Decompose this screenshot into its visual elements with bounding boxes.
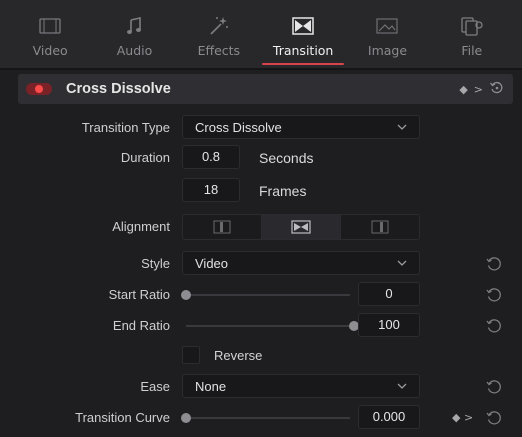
start-ratio-label: Start Ratio xyxy=(108,287,170,302)
dropdown-value: None xyxy=(195,378,227,394)
transition-icon xyxy=(292,10,314,42)
tab-label: Transition xyxy=(272,43,334,58)
dropdown-value: Video xyxy=(195,255,229,271)
file-icon xyxy=(460,10,484,42)
ease-dropdown[interactable]: None xyxy=(182,374,420,398)
section-title: Cross Dissolve xyxy=(66,81,171,97)
dropdown-value: Cross Dissolve xyxy=(195,119,282,135)
reverse-checkbox[interactable] xyxy=(182,346,200,364)
reset-icon[interactable] xyxy=(485,409,503,427)
tab-transition[interactable]: Transition xyxy=(262,0,345,68)
magic-wand-icon xyxy=(208,10,230,42)
seconds-unit-label: Seconds xyxy=(259,150,314,166)
tab-video[interactable]: Video xyxy=(9,0,91,68)
start-ratio-slider-track[interactable] xyxy=(186,294,350,296)
tab-image[interactable]: Image xyxy=(346,0,428,68)
transition-type-dropdown[interactable]: Cross Dissolve xyxy=(182,115,420,139)
duration-frames-field[interactable]: 18 xyxy=(182,178,240,202)
music-note-icon xyxy=(126,10,142,42)
active-tab-indicator xyxy=(262,63,345,65)
start-ratio-field[interactable]: 0 xyxy=(358,282,420,306)
duration-label: Duration xyxy=(120,150,170,165)
align-center-icon xyxy=(291,220,311,234)
align-start-button[interactable] xyxy=(183,215,262,239)
keyframe-icon[interactable]: ◆ xyxy=(459,83,467,96)
start-ratio-row: Start Ratio 0 xyxy=(0,282,522,308)
reset-icon[interactable] xyxy=(489,80,505,99)
align-end-icon xyxy=(371,220,389,234)
start-ratio-slider-knob[interactable] xyxy=(181,290,191,300)
frames-unit-label: Frames xyxy=(259,183,307,199)
inspector-tabbar: Video Audio Effects Transition Image Fil… xyxy=(0,0,522,68)
tab-audio[interactable]: Audio xyxy=(93,0,175,68)
style-label: Style xyxy=(141,256,170,271)
align-center-button[interactable] xyxy=(262,215,341,239)
section-header: Cross Dissolve ◆ > xyxy=(18,74,513,104)
keyframe-icon[interactable]: ◆ xyxy=(452,411,460,424)
duration-frames-row: 18 Frames xyxy=(0,178,522,204)
end-ratio-row: End Ratio 100 xyxy=(0,313,522,339)
end-ratio-slider-track[interactable] xyxy=(186,325,350,327)
chevron-down-icon xyxy=(397,124,407,130)
duration-row: Duration 0.8 Seconds xyxy=(0,145,522,171)
ease-row: Ease None xyxy=(0,374,522,400)
transition-curve-field[interactable]: 0.000 xyxy=(358,405,420,429)
style-row: Style Video xyxy=(0,251,522,277)
tab-label: Image xyxy=(367,43,408,58)
end-ratio-label: End Ratio xyxy=(112,318,170,333)
tabbar-divider xyxy=(0,68,522,70)
transition-curve-slider-knob[interactable] xyxy=(181,413,191,423)
reset-icon[interactable] xyxy=(485,317,503,335)
tab-effects[interactable]: Effects xyxy=(178,0,260,68)
alignment-row: Alignment xyxy=(0,214,522,240)
transition-type-label: Transition Type xyxy=(81,120,170,135)
style-dropdown[interactable]: Video xyxy=(182,251,420,275)
alignment-label: Alignment xyxy=(112,219,170,234)
transition-curve-label: Transition Curve xyxy=(75,410,170,425)
inspector-panel: Video Audio Effects Transition Image Fil… xyxy=(0,0,522,437)
ease-label: Ease xyxy=(140,379,170,394)
image-icon xyxy=(376,10,399,42)
chevron-down-icon xyxy=(397,260,407,266)
keyframe-next-icon[interactable]: > xyxy=(464,411,473,424)
transition-curve-row: Transition Curve 0.000 ◆ > xyxy=(0,405,522,431)
keyframe-next-icon[interactable]: > xyxy=(474,83,483,96)
duration-seconds-field[interactable]: 0.8 xyxy=(182,145,240,169)
reset-icon[interactable] xyxy=(485,286,503,304)
keyframe-controls: ◆ > xyxy=(452,405,473,431)
reverse-label: Reverse xyxy=(214,348,263,363)
end-ratio-field[interactable]: 100 xyxy=(358,313,420,337)
chevron-down-icon xyxy=(397,383,407,389)
align-start-icon xyxy=(213,220,231,234)
tab-label: Audio xyxy=(116,43,153,58)
reset-icon[interactable] xyxy=(485,255,503,273)
reset-icon[interactable] xyxy=(485,378,503,396)
align-end-button[interactable] xyxy=(341,215,419,239)
reverse-row: Reverse xyxy=(0,343,522,369)
alignment-segmented-control xyxy=(182,214,420,240)
tab-file[interactable]: File xyxy=(431,0,513,68)
enable-toggle[interactable] xyxy=(26,83,52,95)
tab-label: Video xyxy=(32,43,68,58)
tab-label: Effects xyxy=(197,43,241,58)
transition-type-row: Transition Type Cross Dissolve xyxy=(0,115,522,141)
video-icon xyxy=(39,10,61,42)
tab-label: File xyxy=(461,43,483,58)
transition-curve-slider-track[interactable] xyxy=(186,417,350,419)
